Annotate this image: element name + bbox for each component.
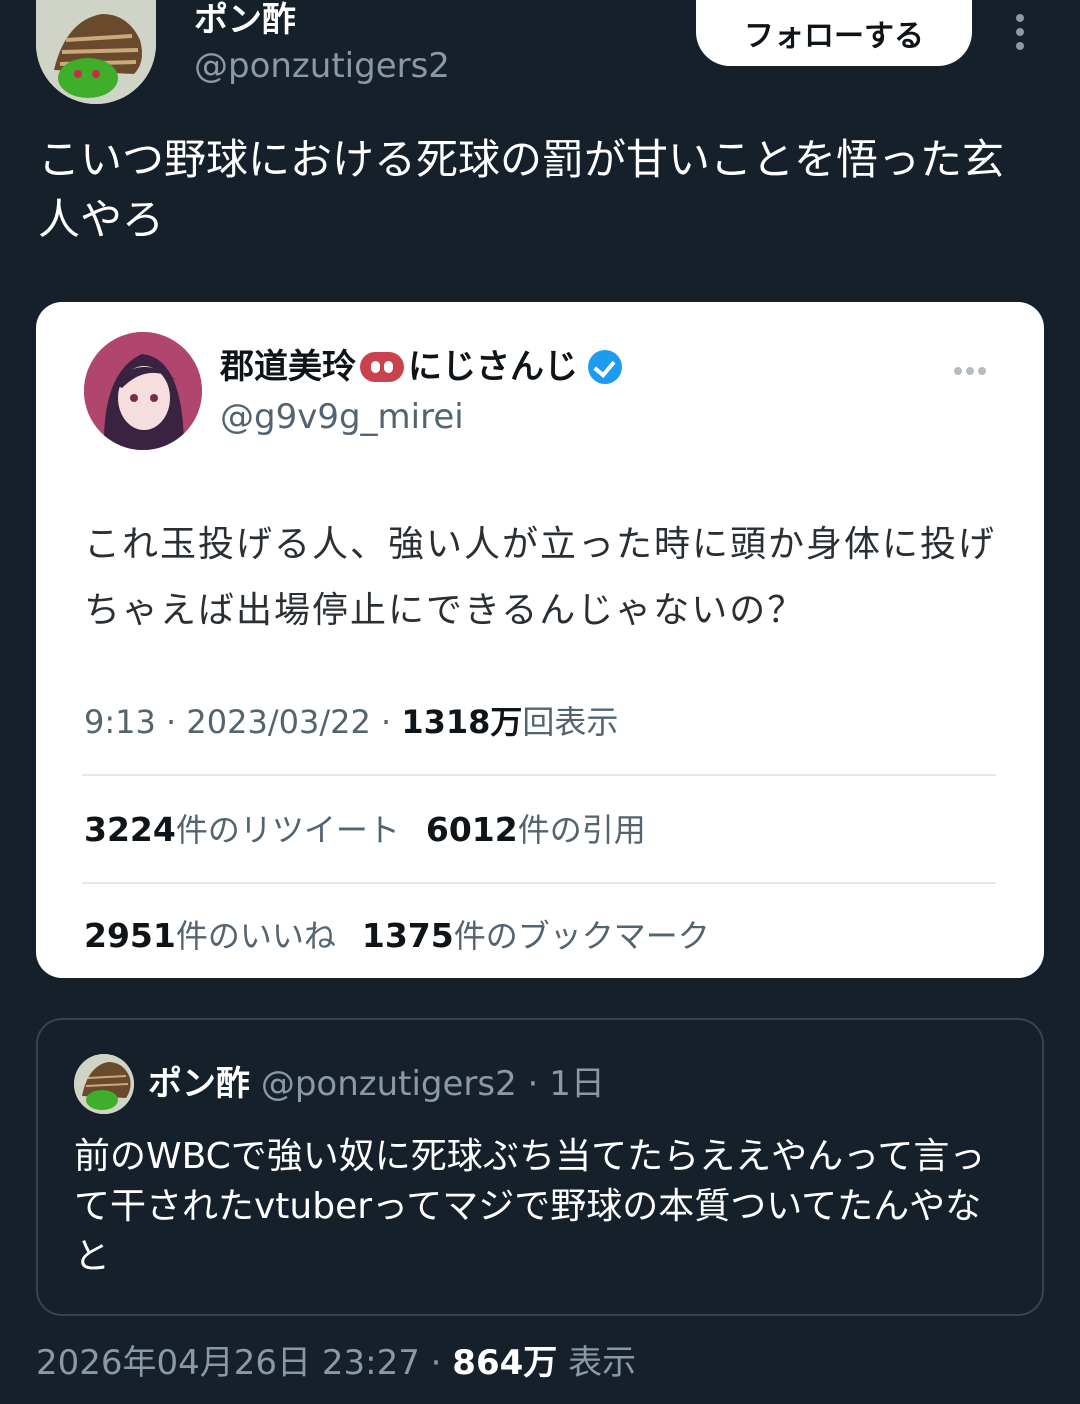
retweets-label: 件のリツイート (175, 811, 400, 849)
embedded-stats-row-1: 3224件のリツイート 6012件の引用 (84, 808, 646, 852)
bookmarks-label: 件のブックマーク (453, 917, 710, 955)
quoted-author-handle[interactable]: @ponzutigers2 (261, 1064, 517, 1104)
quotes-label: 件の引用 (517, 811, 646, 849)
embedded-tweet-text: これ玉投げる人、強い人が立った時に頭か身体に投げちゃえば出場停止にできるんじゃな… (84, 524, 997, 631)
embedded-views-label: 回表示 (522, 703, 619, 741)
divider (82, 774, 996, 776)
retweets-count: 3224 (84, 810, 176, 849)
bookmarks-count: 1375 (361, 916, 454, 955)
quotes-count: 6012 (425, 810, 518, 849)
likes-count: 2951 (84, 916, 176, 955)
more-horizontal-icon (954, 360, 994, 375)
verified-badge-icon (588, 350, 622, 384)
quoted-author-name[interactable]: ポン酢 (148, 1064, 250, 1104)
embedded-time: 9:13 (84, 703, 156, 741)
more-vertical-icon[interactable] (1008, 14, 1032, 54)
post-views-label: 表示 (568, 1343, 637, 1383)
embedded-date: 2023/03/22 (186, 703, 371, 741)
likes-label: 件のいいね (175, 917, 336, 955)
post-views-count: 864万 (452, 1343, 558, 1383)
embedded-author-handle: @g9v9g_mirei (220, 397, 464, 437)
embedded-author-name: 郡道美玲 にじさんじ (220, 346, 622, 388)
quoted-post-text: 前のWBCで強い奴に死球ぶち当てたらええやんって言って干されたvtuberってマ… (74, 1136, 986, 1277)
embedded-tweet-meta: 9:13 · 2023/03/22 · 1318万回表示 (84, 703, 619, 741)
pig-nose-icon (360, 352, 404, 382)
embedded-author-avatar (84, 332, 202, 450)
post-datetime: 2026年04月26日 23:27 (36, 1343, 420, 1383)
post-header: ポン酢 @ponzutigers2 フォローする (36, 0, 1046, 110)
author-avatar[interactable] (36, 0, 156, 104)
quoted-post-header: ポン酢 @ponzutigers2 · 1日 (148, 1064, 605, 1104)
post-text: こいつ野球における死球の罰が甘いことを悟った玄人やろ (38, 135, 1005, 244)
follow-button[interactable]: フォローする (696, 0, 972, 66)
quoted-author-avatar[interactable] (74, 1054, 134, 1114)
author-handle[interactable]: @ponzutigers2 (194, 46, 450, 86)
author-name[interactable]: ポン酢 (194, 0, 296, 40)
post-meta: 2026年04月26日 23:27 · 864万 表示 (36, 1343, 637, 1383)
divider (82, 882, 996, 884)
embedded-affiliation: にじさんじ (408, 347, 578, 387)
quoted-post[interactable]: ポン酢 @ponzutigers2 · 1日 前のWBCで強い奴に死球ぶち当てた… (36, 1018, 1044, 1316)
embedded-tweet-card: 郡道美玲 にじさんじ @g9v9g_mirei これ玉投げる人、強い人が立った時に… (36, 302, 1044, 978)
embedded-display-name: 郡道美玲 (220, 347, 356, 387)
embedded-stats-row-2: 2951件のいいね 1375件のブックマーク (84, 914, 710, 958)
embedded-views-count: 1318万 (401, 703, 523, 741)
quoted-post-age: 1日 (549, 1064, 605, 1104)
